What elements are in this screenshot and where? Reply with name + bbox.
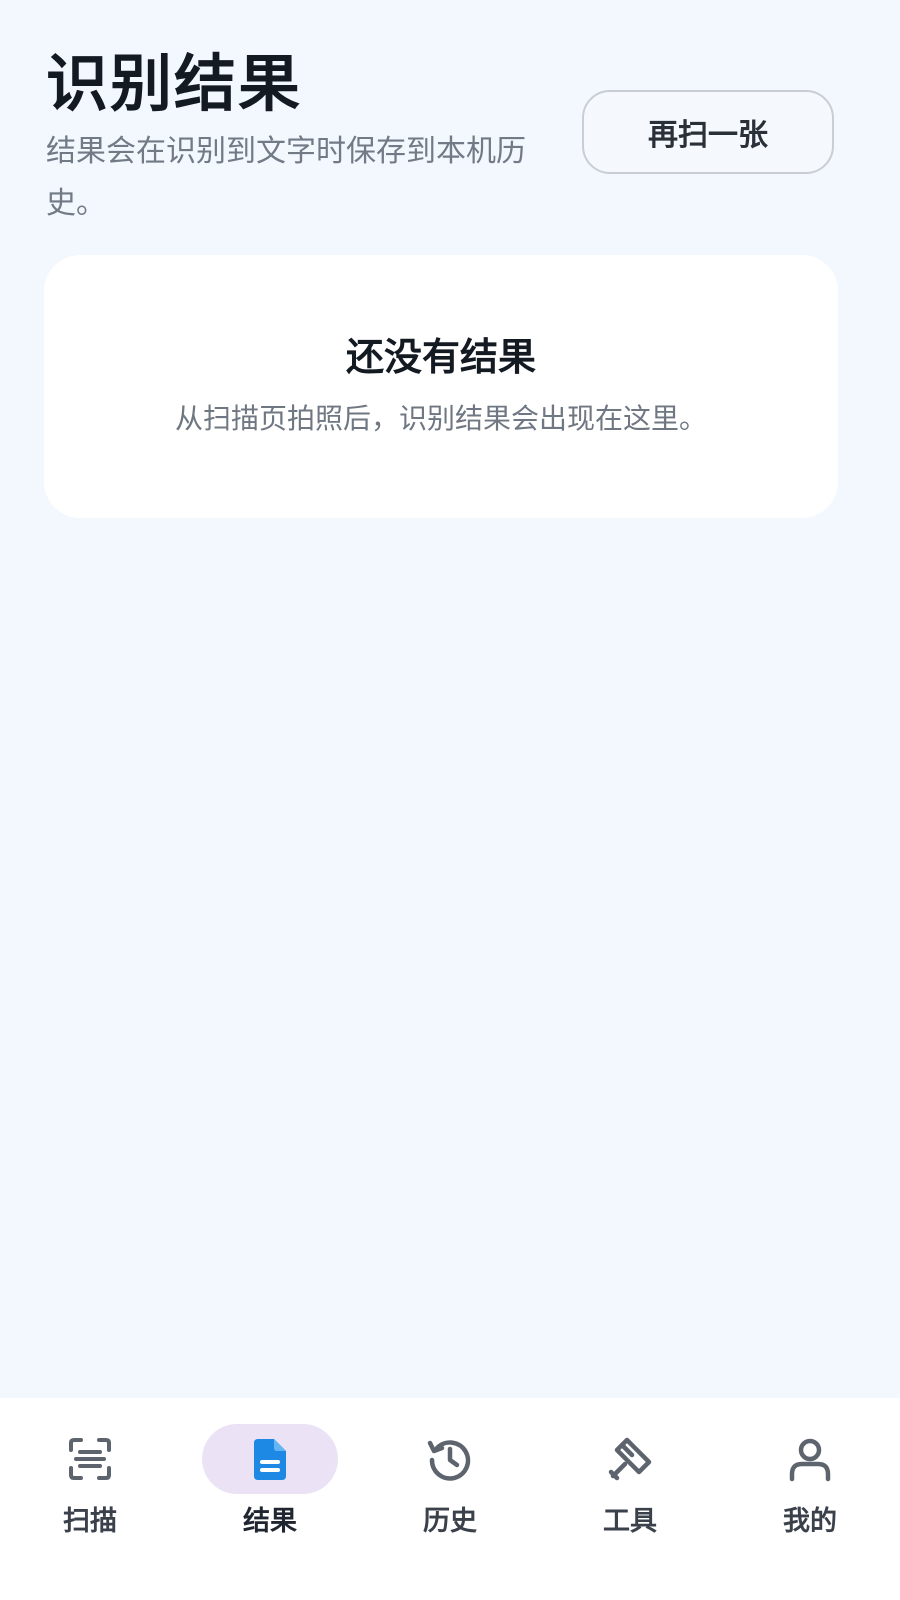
nav-item-results[interactable]: 结果 — [180, 1398, 360, 1600]
scan-icon — [22, 1424, 158, 1494]
empty-state-description: 从扫描页拍照后，识别结果会出现在这里。 — [174, 402, 707, 435]
page-subtitle: 结果会在识别到文字时保存到本机历史。 — [46, 134, 526, 221]
empty-state-card: 还没有结果 从扫描页拍照后，识别结果会出现在这里。 — [44, 255, 838, 518]
nav-label-scan: 扫描 — [63, 1506, 117, 1537]
rescan-button[interactable]: 再扫一张 — [582, 90, 834, 174]
header: 识别结果 结果会在识别到文字时保存到本机历史。 再扫一张 — [46, 46, 866, 236]
empty-state-title: 还没有结果 — [345, 335, 536, 379]
nav-label-history: 历史 — [423, 1506, 477, 1537]
nav-label-profile: 我的 — [783, 1506, 837, 1537]
tools-icon — [562, 1424, 698, 1494]
nav-item-tools[interactable]: 工具 — [540, 1398, 720, 1600]
document-icon — [202, 1424, 338, 1494]
nav-item-history[interactable]: 历史 — [360, 1398, 540, 1600]
nav-label-results: 结果 — [243, 1506, 297, 1537]
nav-label-tools: 工具 — [603, 1506, 657, 1537]
person-icon — [742, 1424, 878, 1494]
history-icon — [382, 1424, 518, 1494]
bottom-nav: 扫描 结果 历史 工具 我的 — [0, 1398, 900, 1600]
nav-item-profile[interactable]: 我的 — [720, 1398, 900, 1600]
nav-item-scan[interactable]: 扫描 — [0, 1398, 180, 1600]
page-title: 识别结果 — [46, 47, 303, 120]
